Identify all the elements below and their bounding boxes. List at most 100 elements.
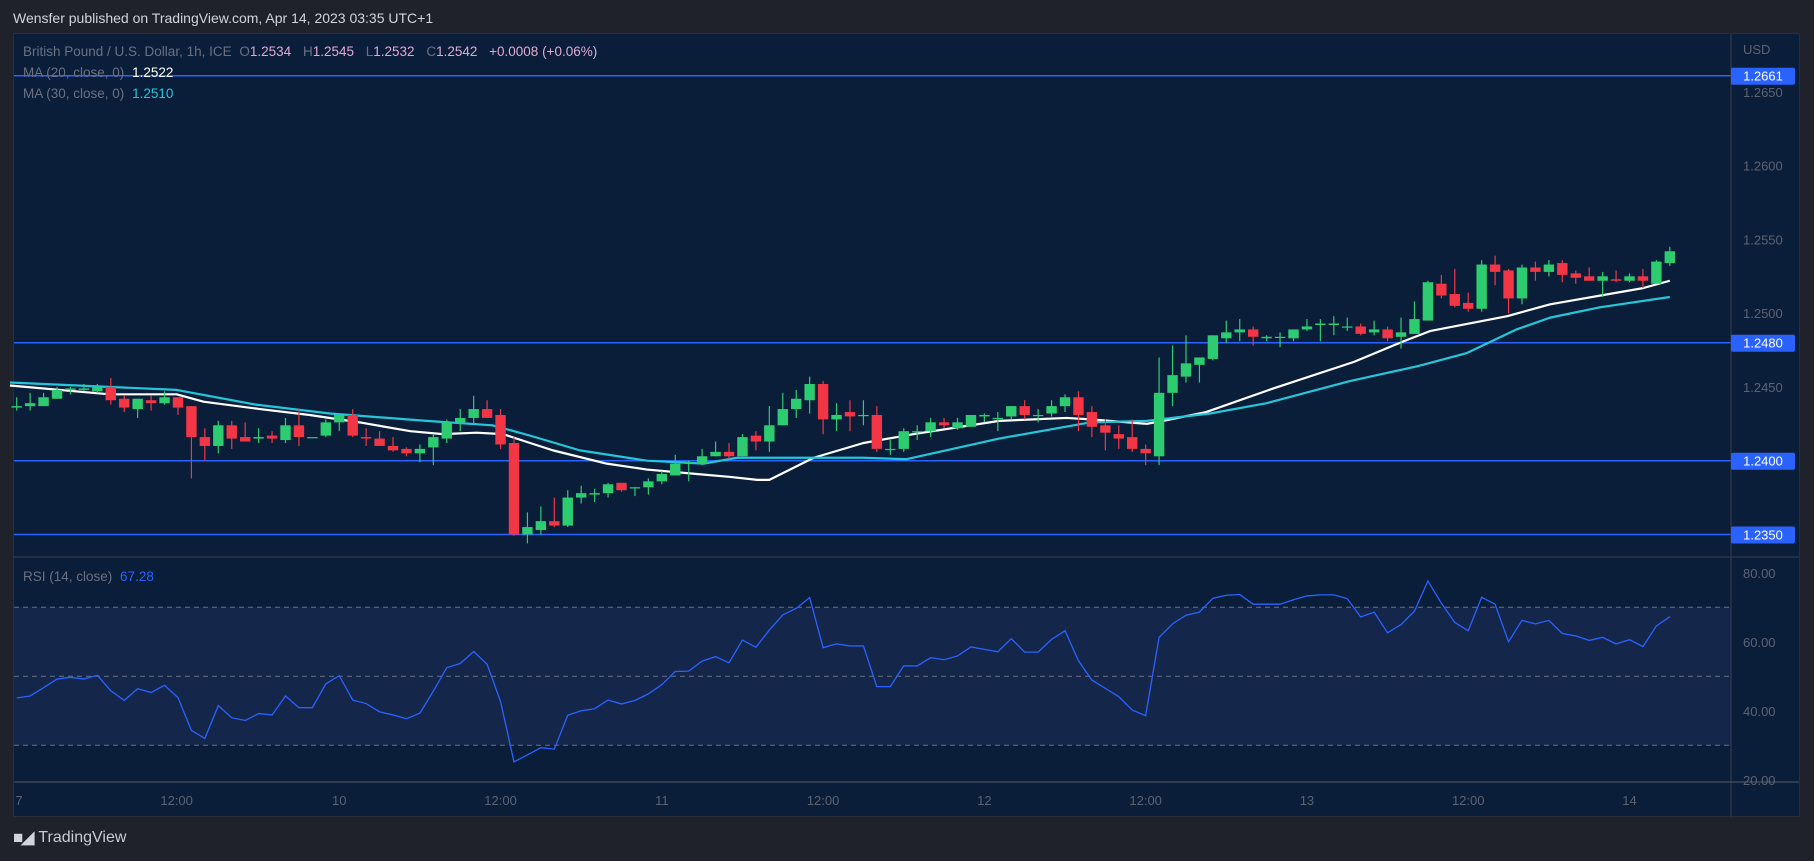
candle-body	[965, 414, 977, 427]
candle-body	[1382, 329, 1393, 339]
candle-body	[777, 409, 788, 426]
candle-body	[1059, 397, 1071, 407]
ma30-label: MA (30, close, 0)	[23, 86, 125, 101]
candle-body	[441, 422, 452, 439]
candle-body	[1610, 279, 1622, 281]
price-tag-label: 1.2661	[1743, 69, 1783, 84]
rsi-tick-label: 80.00	[1743, 566, 1776, 581]
candle-body	[1476, 264, 1487, 309]
candle-body	[1328, 323, 1340, 325]
candle-body	[911, 431, 923, 433]
candle-up	[1207, 335, 1219, 361]
candle-up	[737, 434, 748, 457]
high-label: H	[302, 44, 313, 59]
rsi-axis[interactable]: 80.00 60.00 40.00 20.00	[1743, 566, 1776, 788]
price-tag-label: 1.2350	[1743, 527, 1783, 542]
rsi-legend[interactable]: RSI (14, close) 67.28	[23, 569, 158, 584]
candle-body	[1073, 397, 1084, 415]
price-pane[interactable]	[14, 34, 1799, 557]
candle-body	[1315, 323, 1326, 325]
candle-body	[320, 422, 332, 436]
candle-body	[51, 389, 63, 399]
candle-body	[1180, 363, 1192, 377]
candle-body	[522, 527, 533, 535]
candle-body	[1234, 329, 1245, 333]
candle-body	[1167, 375, 1178, 393]
footer: ■◢ TradingView	[13, 828, 126, 848]
close-label: C	[426, 44, 437, 59]
brand-name[interactable]: TradingView	[38, 829, 126, 847]
candle-body	[78, 388, 90, 390]
tradingview-logo-icon[interactable]: ■◢	[13, 828, 34, 848]
time-tick-label: 12:00	[1452, 793, 1485, 808]
candle-body	[643, 481, 654, 488]
candle-body	[925, 422, 936, 432]
candle-body	[1570, 273, 1581, 278]
candle-up	[898, 428, 909, 452]
candle-body	[871, 414, 883, 449]
candle-body	[1637, 276, 1649, 281]
price-tick-label: 1.2650	[1743, 85, 1783, 100]
candle-body	[696, 456, 708, 464]
candle-body	[334, 414, 345, 423]
rsi-label: RSI (14, close)	[23, 569, 113, 584]
candle-body	[817, 384, 829, 420]
rsi-tick-label: 20.00	[1743, 773, 1776, 788]
candle-body	[804, 384, 815, 401]
candle-body	[11, 406, 22, 408]
candle-body	[159, 397, 170, 404]
candle-body	[1463, 302, 1474, 309]
candle-body	[1516, 267, 1528, 299]
price-tick-label: 1.2550	[1743, 232, 1783, 247]
candle-down	[508, 437, 520, 536]
candle-body	[119, 398, 130, 408]
candle-body	[885, 448, 896, 451]
time-tick-label: 13	[1300, 793, 1314, 808]
candle-body	[1100, 425, 1111, 433]
candle-body	[602, 484, 614, 494]
chart-canvas[interactable]: USD 1.2650 1.2600 1.2550 1.2500 1.2450 1.266…	[0, 0, 1814, 861]
candle-body	[1436, 283, 1447, 296]
ma20-label: MA (20, close, 0)	[23, 65, 125, 80]
open-label: O	[239, 44, 250, 59]
time-tick-label: 12:00	[484, 793, 517, 808]
candle-body	[387, 445, 399, 451]
ma20-legend[interactable]: MA (20, close, 0) 1.2522	[23, 65, 177, 80]
candle-body	[1597, 276, 1608, 281]
rsi-tick-label: 60.00	[1743, 635, 1776, 650]
candle-body	[670, 463, 681, 476]
candle-body	[1247, 329, 1259, 337]
time-tick-label: 12	[977, 793, 991, 808]
currency-label: USD	[1743, 42, 1770, 57]
ma30-legend[interactable]: MA (30, close, 0) 1.2510	[23, 86, 177, 101]
candle-body	[683, 462, 694, 464]
time-tick-label: 12:00	[160, 793, 193, 808]
candle-body	[347, 414, 358, 436]
high-value: 1.2545	[312, 44, 354, 59]
candle-body	[1019, 406, 1030, 415]
ma30-value: 1.2510	[132, 86, 174, 101]
time-tick-label: 10	[332, 793, 346, 808]
candle-body	[1342, 326, 1353, 328]
candle-body	[750, 435, 762, 442]
candle-body	[1032, 414, 1044, 417]
candle-body	[38, 397, 49, 407]
candle-body	[360, 437, 372, 439]
time-axis[interactable]: 7 12:00 10 12:00 11 12:00 12 12:00 13 12:00 14	[15, 793, 1636, 808]
candle-body	[952, 422, 963, 429]
time-tick-label: 12:00	[1129, 793, 1162, 808]
time-tick-label: 14	[1622, 793, 1636, 808]
candle-body	[1288, 329, 1299, 339]
rsi-tick-label: 40.00	[1743, 704, 1776, 719]
candle-body	[280, 425, 291, 441]
candle-body	[549, 521, 560, 526]
candle-body	[239, 437, 251, 442]
candle-body	[401, 448, 412, 454]
candle-body	[979, 414, 990, 417]
candle-body	[92, 386, 103, 392]
candle-body	[1409, 319, 1420, 334]
candle-body	[266, 435, 278, 439]
symbol-name[interactable]: British Pound / U.S. Dollar, 1h, ICE	[23, 44, 232, 59]
candle-body	[831, 414, 842, 420]
candle-body	[844, 412, 856, 417]
